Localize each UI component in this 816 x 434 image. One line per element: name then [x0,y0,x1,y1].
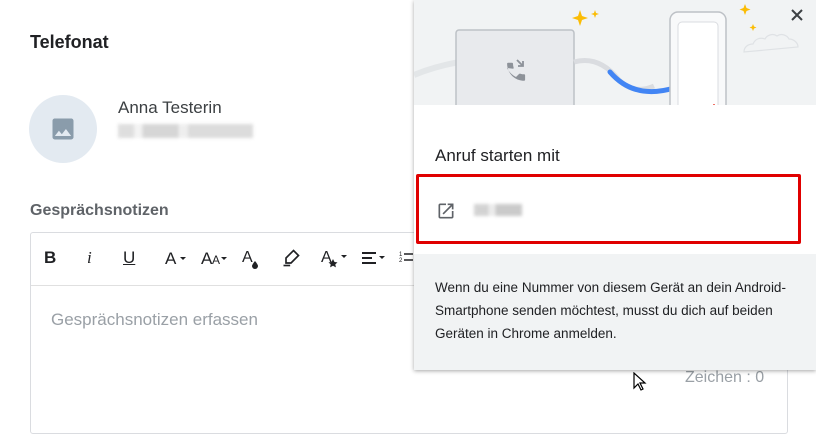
notes-placeholder: Gesprächsnotizen erfassen [51,310,258,329]
font-color-button[interactable]: A [242,247,262,269]
character-counter: Zeichen : 0 [685,369,765,386]
bold-button[interactable]: B [44,247,56,269]
image-placeholder-icon [52,118,74,140]
highlight-button[interactable] [281,247,301,269]
laptop-phone-illustration [414,0,816,105]
svg-text:A: A [165,249,177,268]
align-button[interactable] [361,247,389,269]
close-icon [791,9,803,21]
contact-name: Anna Testerin [118,98,222,117]
font-size-icon: A [165,249,186,268]
text-style-icon: A [321,249,347,268]
svg-text:A: A [212,253,220,267]
underline-button[interactable]: U [123,247,135,269]
info-text: Wenn du eine Nummer von diesem Gerät an … [435,280,786,341]
font-scale-button[interactable]: AA [201,247,231,269]
numbered-list-icon: 12 [399,252,413,264]
info-box: Wenn du eine Nummer von diesem Gerät an … [414,254,816,370]
page-title: Telefonat [30,32,109,52]
highlight-box [416,174,801,244]
avatar [29,95,97,163]
align-icon [362,252,385,264]
font-scale-icon: AA [201,249,227,268]
italic-button[interactable]: i [87,247,92,269]
svg-text:A: A [242,249,253,266]
popup-heading: Anruf starten mit [435,146,560,165]
notes-label: Gesprächsnotizen [30,202,169,219]
font-color-icon: A [242,249,258,269]
illustration [414,0,816,105]
mouse-cursor-icon [633,371,647,397]
contact-number-redacted [118,124,253,138]
close-button[interactable] [790,6,804,27]
highlighter-icon [283,249,300,267]
list-button[interactable]: 12 [399,247,413,269]
font-size-button[interactable]: A [165,247,191,269]
svg-text:2: 2 [399,258,403,264]
text-style-button[interactable]: A [321,247,349,269]
